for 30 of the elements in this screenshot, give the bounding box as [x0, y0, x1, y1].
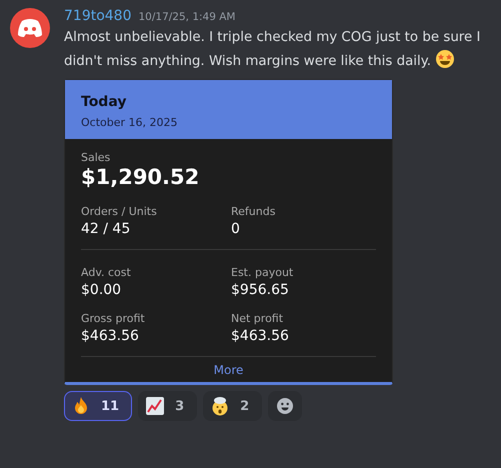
star-struck-emoji-icon	[435, 49, 456, 69]
reaction-button[interactable]: 3	[138, 391, 198, 421]
game-controller-icon	[18, 19, 42, 37]
card-date: October 16, 2025	[81, 116, 179, 129]
stat-label: Orders / Units	[81, 205, 158, 218]
stat-value: $463.56	[81, 328, 140, 344]
reaction-button[interactable]: 11	[64, 391, 132, 421]
message-text: Almost unbelievable. I triple checked my COG just to be sure I didn't miss anything. Wish margins were like this daily.	[64, 29, 482, 71]
stat-label: Net profit	[231, 312, 284, 325]
card-title: Today	[81, 94, 128, 110]
stat-label: Est. payout	[231, 266, 294, 279]
stat-value: $956.65	[231, 282, 290, 298]
timestamp: 10/17/25, 1:49 AM	[138, 11, 236, 23]
stat-value: $0.00	[81, 282, 122, 298]
more-link[interactable]: More	[214, 357, 244, 382]
add-reaction-button[interactable]	[268, 391, 302, 421]
reaction-button[interactable]: 2	[203, 391, 262, 421]
stat-value: $463.56	[231, 328, 290, 344]
stat-value: 42 / 45	[81, 221, 132, 237]
smiley-icon	[276, 397, 294, 415]
stat-label: Sales	[81, 151, 112, 164]
stat-label: Refunds	[231, 205, 276, 218]
stat-label: Adv. cost	[81, 266, 132, 279]
stat-value: 0	[231, 221, 241, 237]
exploding-head-icon	[210, 396, 230, 416]
avatar[interactable]	[10, 8, 50, 48]
author-name[interactable]: 719to480	[64, 8, 132, 24]
stat-label: Gross profit	[81, 312, 146, 325]
sales-value: $1,290.52	[81, 165, 200, 189]
chart-icon	[145, 396, 166, 416]
